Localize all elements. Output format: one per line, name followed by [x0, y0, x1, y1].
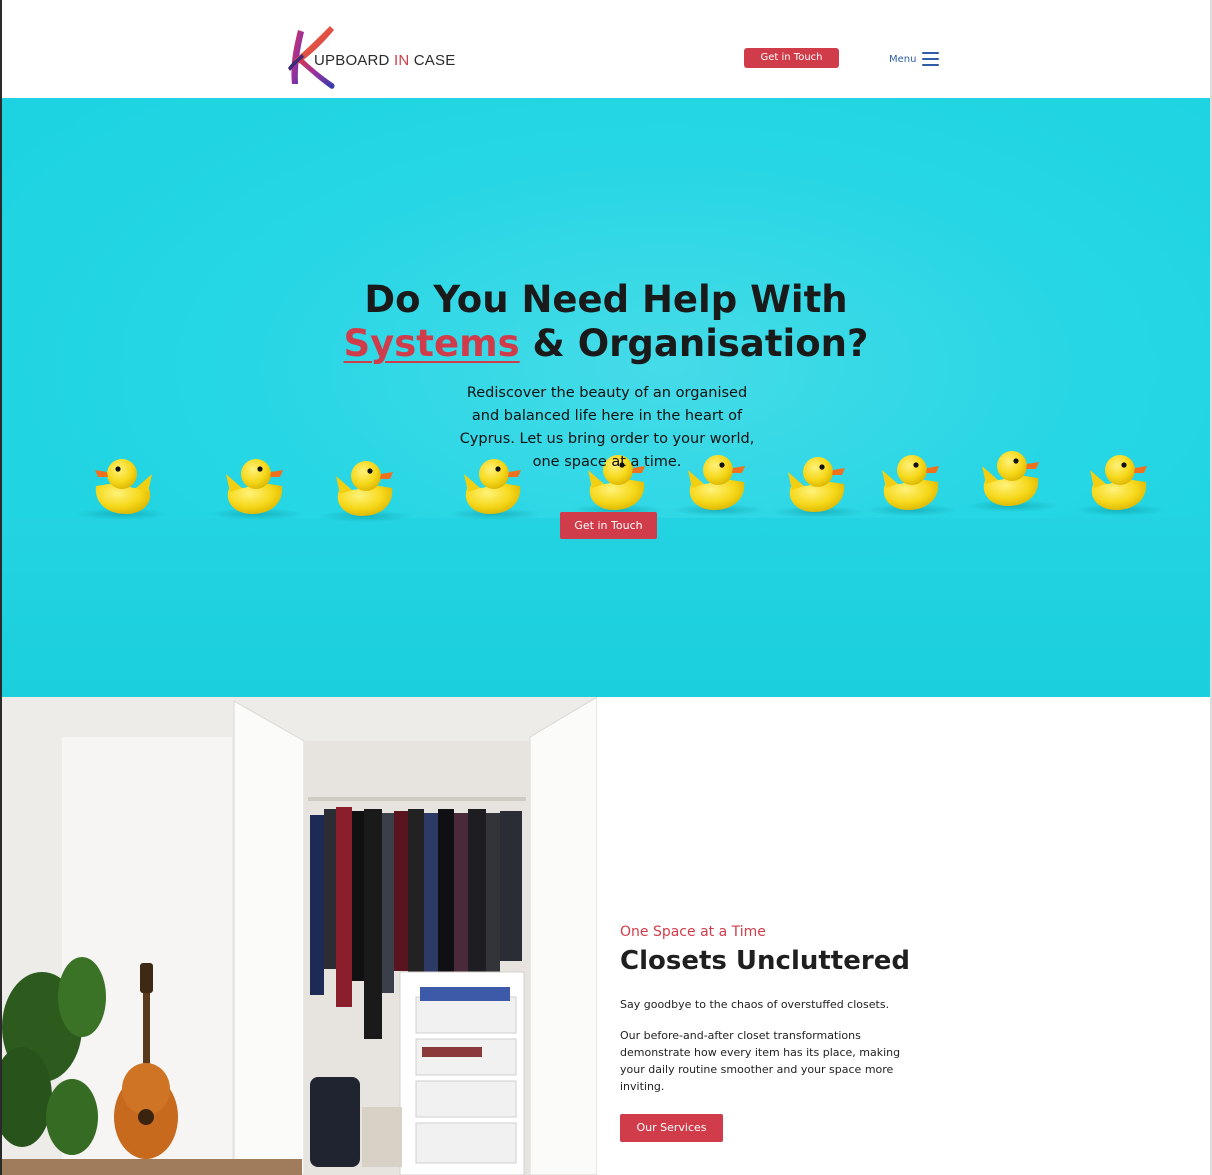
duck-9 — [966, 451, 1058, 512]
duck-10 — [1074, 455, 1166, 516]
logo-wordmark-accent: IN — [393, 52, 410, 69]
hamburger-icon — [922, 52, 940, 66]
menu-label: Menu — [889, 53, 917, 65]
hero-description: Rediscover the beauty of an organised an… — [459, 385, 755, 470]
our-services-button[interactable]: Our Services — [620, 1114, 723, 1142]
hero-heading-accent: Systems — [343, 322, 520, 365]
logo-wordmark: UPBOARD IN CASE — [314, 52, 456, 69]
closet-photo — [2, 697, 597, 1175]
site-header: UPBOARD IN CASE Get in Touch Menu — [2, 0, 1210, 98]
hero-section: Do You Need Help With Systems & Organisa… — [2, 98, 1210, 697]
duck-8 — [866, 455, 958, 516]
header-get-in-touch-button[interactable]: Get in Touch — [744, 48, 839, 68]
hero-get-in-touch-button[interactable]: Get in Touch — [560, 512, 657, 539]
closets-eyebrow: One Space at a Time — [620, 924, 766, 940]
duck-3 — [320, 461, 412, 522]
closet-illustration — [2, 697, 597, 1175]
closets-content: One Space at a Time Closets Uncluttered … — [620, 924, 940, 1095]
site-logo[interactable]: UPBOARD IN CASE — [284, 24, 464, 94]
duck-1 — [76, 459, 168, 520]
duck-7 — [772, 457, 864, 518]
hero-heading-line2: & Organisation? — [519, 322, 869, 365]
duck-2 — [210, 459, 302, 520]
hero-heading: Do You Need Help With Systems & Organisa… — [306, 278, 906, 366]
closets-title: Closets Uncluttered — [620, 946, 910, 976]
hero-heading-line1: Do You Need Help With — [364, 278, 848, 321]
closets-paragraph-1: Say goodbye to the chaos of overstuffed … — [620, 998, 890, 1011]
menu-toggle[interactable]: Menu — [889, 48, 940, 70]
closets-paragraph-2: Our before-and-after closet transformati… — [620, 1029, 901, 1093]
